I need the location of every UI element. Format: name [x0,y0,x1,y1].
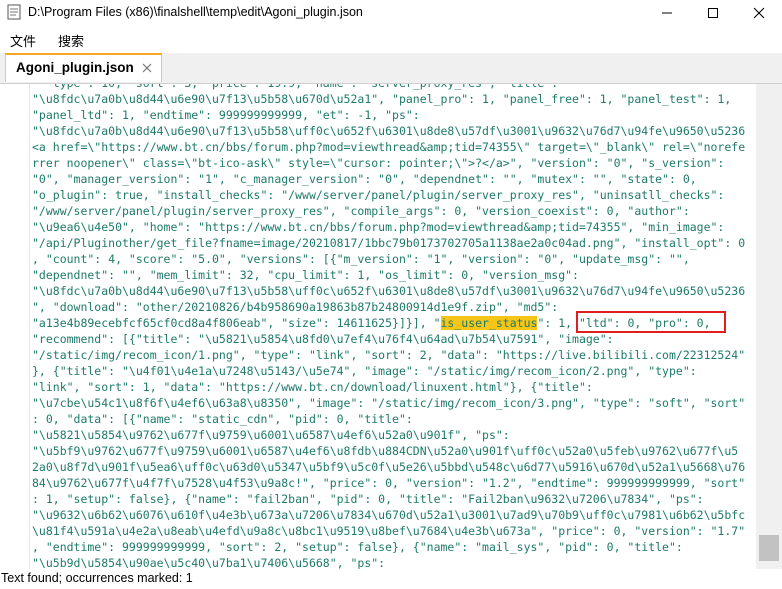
code-line[interactable]: "\u8fdc\u7a0b\u8d44\u6e90\u7f13\u5b58\uf… [32,124,745,138]
tab-agoni-plugin-json[interactable]: Agoni_plugin.json [5,53,162,82]
code-line[interactable]: "\u5821\u5854\u9762\u677f\u9759\u6001\u6… [32,428,510,442]
code-line[interactable]: <a href=\"https://www.bt.cn/bbs/forum.ph… [32,140,745,154]
close-icon[interactable] [141,60,153,74]
code-line[interactable]: "\u5bf9\u9762\u677f\u9759\u6001\u6587\u4… [32,444,738,458]
status-bar: Text found; occurrences marked: 1 [0,569,782,589]
code-line[interactable]: \u81f4\u591a\u4e2a\u8eab\u4efd\u9a8c\u8b… [32,524,745,538]
code-line[interactable]: 2a0\u8f7d\u901f\u5ea6\uff0c\u63d0\u5347\… [32,460,745,474]
code-line[interactable]: "type": 10, "sort": 3, "price": 19.9, "n… [32,84,558,90]
editor-gutter [0,84,30,569]
status-text: Text found; occurrences marked: 1 [1,571,193,585]
code-line[interactable]: "\u7cbe\u54c1\u8f6f\u4ef6\u63a8\u8350", … [32,396,745,410]
code-line[interactable]: , "count": 4, "score": "5.0", "versions"… [32,252,690,266]
code-line[interactable]: "link", "sort": 1, "data": "https://www.… [32,380,593,394]
minimize-button[interactable] [644,0,690,25]
menu-search[interactable]: 搜索 [58,31,84,50]
code-line[interactable]: "/api/Pluginother/get_file?fname=image/2… [32,236,745,250]
code-line[interactable]: rrer noopener\" class=\"bt-ico-ask\" sty… [32,156,724,170]
code-line[interactable]: "/static/img/recom_icon/1.png", "type": … [32,348,745,362]
search-highlight: is_user_status [440,316,538,330]
code-line[interactable]: "\u5b9d\u5854\u90ae\u5c40\u7ba1\u7406\u5… [32,556,385,569]
notepad-icon [7,4,21,20]
code-line[interactable]: }, {"title": "\u4f01\u4e1a\u7248\u5143/\… [32,364,697,378]
match-annotation-box [576,311,726,333]
code-line[interactable]: "0", "manager_version": "1", "c_manager_… [32,172,697,186]
code-line[interactable]: "panel_ltd": 1, "endtime": 999999999999,… [32,108,420,122]
code-line[interactable]: : 0, "data": [{"name": "static_cdn", "pi… [32,412,413,426]
minimize-icon [662,12,672,13]
close-icon [753,7,765,18]
maximize-icon [708,7,718,18]
tab-label: Agoni_plugin.json [16,60,134,75]
scrollbar-thumb[interactable] [759,535,779,561]
close-button[interactable] [736,0,782,25]
vertical-scrollbar[interactable] [756,84,782,569]
code-line[interactable]: "dependnet": "", "mem_limit": 32, "cpu_l… [32,268,579,282]
window-title: D:\Program Files (x86)\finalshell\temp\e… [28,5,363,19]
tab-strip: Agoni_plugin.json [0,53,782,84]
code-line[interactable]: "recommend": [{"title": "\u5821\u5854\u8… [32,332,614,346]
maximize-button[interactable] [690,0,736,25]
menu-file[interactable]: 文件 [10,31,36,50]
text-editor[interactable]: "type": 10, "sort": 3, "price": 19.9, "n… [0,84,782,569]
title-bar: D:\Program Files (x86)\finalshell\temp\e… [0,0,782,25]
code-line[interactable]: ", "download": "other/20210826/b4b958690… [32,300,558,314]
menu-bar: 文件 搜索 [0,27,782,51]
code-line[interactable]: "/www/server/panel/plugin/server_proxy_r… [32,204,690,218]
code-line[interactable]: "\u9ea6\u4e50", "home": "https://www.bt.… [32,220,724,234]
code-line[interactable]: "\u9632\u6b62\u6076\u610f\u4e3b\u673a\u7… [32,508,745,522]
code-line[interactable]: "\u8fdc\u7a0b\u8d44\u6e90\u7f13\u5b58\u6… [32,92,731,106]
code-line[interactable]: "\u8fdc\u7a0b\u8d44\u6e90\u7f13\u5b58\uf… [32,284,745,298]
code-line[interactable]: "o_plugin": true, "install_checks": "/ww… [32,188,724,202]
code-line[interactable]: , "endtime": 999999999999, "sort": 2, "s… [32,540,683,554]
code-line[interactable]: 84\u9762\u677f\u4f7f\u7528\u4f53\u9a8c!"… [32,476,745,490]
code-line[interactable]: : 1, "setup": false}, {"name": "fail2ban… [32,492,704,506]
